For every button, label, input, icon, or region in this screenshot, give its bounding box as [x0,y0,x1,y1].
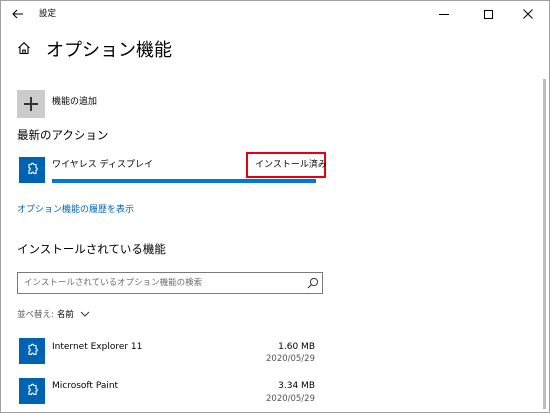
search-box[interactable] [17,272,323,294]
settings-window: 設定 オプション機能 機能の追加 最新のアクション ワイヤレス ディスプレイ イ… [0,0,550,413]
sort-value[interactable]: 名前 [57,308,74,320]
latest-actions-heading: 最新のアクション [17,128,109,142]
feature-size: 1.60 MB [278,342,315,352]
search-icon[interactable] [307,277,319,289]
feature-name[interactable]: Microsoft Paint [52,381,118,391]
add-feature-label[interactable]: 機能の追加 [52,94,97,107]
close-icon [523,9,533,19]
search-input[interactable] [24,276,304,290]
add-feature-button[interactable] [17,90,45,118]
feature-size: 3.34 MB [278,381,315,391]
wireless-display-name: ワイヤレス ディスプレイ [52,160,153,170]
install-progress-bar [52,179,316,183]
sort-label: 並べ替え: [17,310,54,320]
title-bar: 設定 [1,1,549,29]
scrollbar[interactable] [543,79,546,409]
sort-dropdown[interactable]: 並べ替え: 名前 [17,308,90,320]
puzzle-icon [28,162,38,175]
window-title: 設定 [39,9,57,19]
back-arrow-icon[interactable] [7,3,29,25]
feature-date: 2020/05/29 [266,394,315,404]
feature-name[interactable]: Internet Explorer 11 [52,342,142,352]
install-progress-fill [52,179,316,183]
status-badge: インストール済み [255,160,327,170]
wireless-display-tile [19,157,45,183]
minimize-icon [439,13,449,15]
installed-features-heading: インストールされている機能 [17,242,166,256]
home-icon[interactable] [17,41,31,55]
close-button[interactable] [509,1,547,27]
maximize-icon [483,9,493,19]
puzzle-icon [28,383,38,396]
feature-tile[interactable] [19,378,45,404]
chevron-down-icon[interactable] [80,309,90,319]
page-title: オプション機能 [46,40,172,61]
puzzle-icon [28,343,38,356]
feature-date: 2020/05/29 [266,354,315,364]
feature-tile[interactable] [19,338,45,364]
maximize-button[interactable] [469,1,507,27]
view-history-link[interactable]: オプション機能の履歴を表示 [17,202,134,215]
minimize-button[interactable] [425,1,463,27]
